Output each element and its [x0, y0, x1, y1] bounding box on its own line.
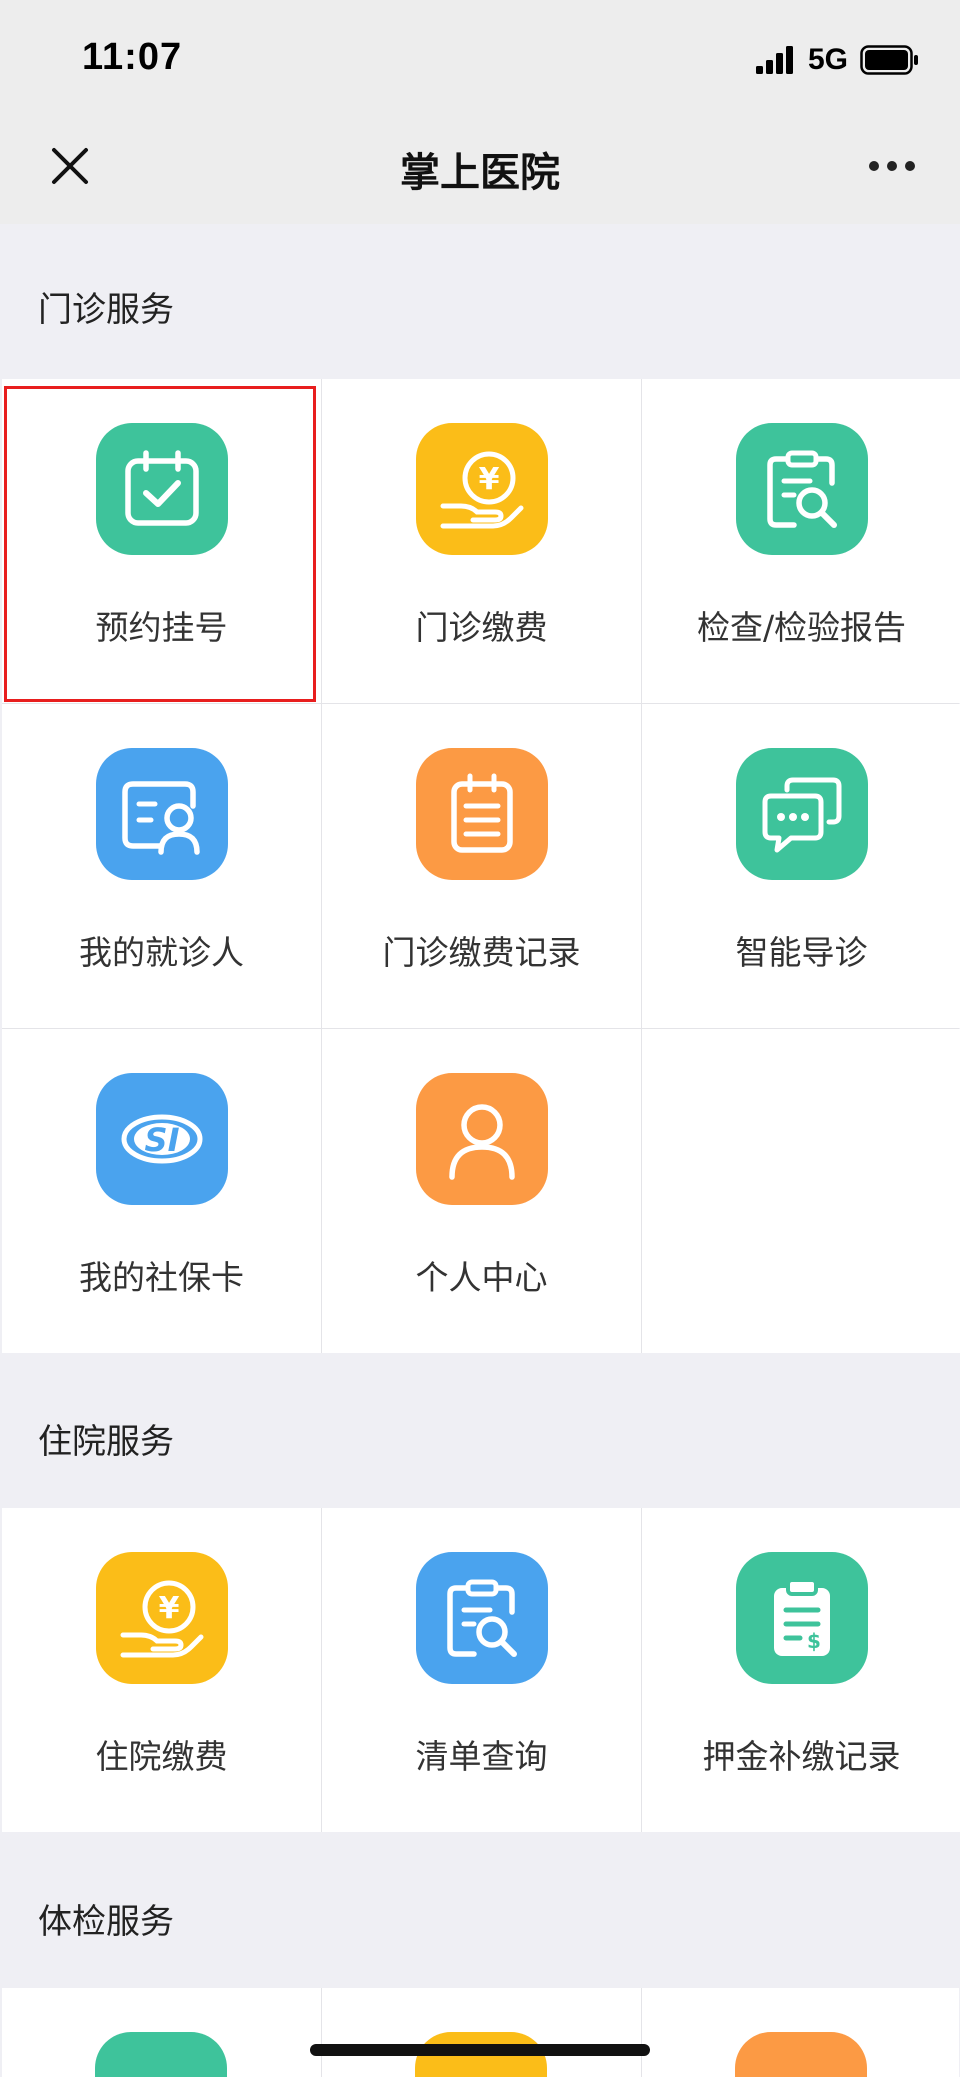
status-indicators: 5G [755, 40, 920, 80]
yuan-hand-icon: ¥ [95, 1552, 228, 1684]
service-reports[interactable]: 检查/检验报告 [642, 379, 960, 703]
service-payment-records[interactable]: 门诊缴费记录 [322, 704, 641, 1028]
service-label: 个人中心 [415, 1258, 548, 1297]
service-social-security-card[interactable]: SI 我的社保卡 [2, 1029, 321, 1353]
empty-cell [642, 1029, 960, 1353]
physical-exam-grid [2, 1988, 959, 2077]
calendar-check-icon [95, 423, 228, 555]
service-personal-center[interactable]: 个人中心 [322, 1029, 641, 1353]
service-label: 我的社保卡 [79, 1258, 244, 1297]
svg-text:¥: ¥ [158, 1591, 179, 1626]
status-bar: 11:07 5G [0, 0, 960, 108]
service-appointment[interactable]: 预约挂号 [2, 379, 321, 703]
service-label: 押金补缴记录 [702, 1737, 901, 1776]
service-label: 检查/检验报告 [696, 608, 907, 647]
nav-bar: 掌上医院 [0, 108, 960, 224]
chat-bubbles-icon [735, 748, 868, 880]
service-label: 清单查询 [415, 1737, 548, 1776]
signal-icon [755, 46, 793, 74]
service-label: 我的就诊人 [79, 933, 244, 972]
inpatient-grid: ¥ 住院缴费 清单查询 $ 押金补缴记录 [2, 1508, 960, 1832]
clipboard-dollar-icon: $ [735, 1552, 868, 1684]
report-search-icon [735, 423, 868, 555]
battery-icon [860, 45, 918, 75]
svg-text:SI: SI [144, 1121, 179, 1159]
service-bill-query[interactable]: 清单查询 [322, 1508, 641, 1832]
svg-text:¥: ¥ [478, 462, 499, 497]
service-my-patients[interactable]: 我的就诊人 [2, 704, 321, 1028]
service-label: 住院缴费 [95, 1737, 228, 1776]
service-smart-guide[interactable]: 智能导诊 [642, 704, 960, 1028]
section-title-inpatient: 住院服务 [38, 1422, 174, 1462]
exam-icon [735, 2032, 867, 2077]
section-title-physical-exam: 体检服务 [38, 1902, 174, 1942]
person-icon [415, 1073, 548, 1205]
service-outpatient-payment[interactable]: ¥ 门诊缴费 [322, 379, 641, 703]
more-button[interactable] [862, 138, 922, 194]
service-label: 预约挂号 [95, 608, 228, 647]
service-exam-item[interactable] [322, 1988, 641, 2077]
service-label: 智能导诊 [735, 933, 868, 972]
patient-card-icon [95, 748, 228, 880]
service-deposit-records[interactable]: $ 押金补缴记录 [642, 1508, 960, 1832]
service-label: 门诊缴费 [415, 608, 548, 647]
svg-text:$: $ [807, 1629, 821, 1653]
service-inpatient-payment[interactable]: ¥ 住院缴费 [2, 1508, 321, 1832]
status-time: 11:07 [82, 36, 183, 78]
exam-icon [95, 2032, 227, 2077]
home-indicator [310, 2044, 650, 2056]
outpatient-grid: 预约挂号 ¥ 门诊缴费 检查/检验报告 我的就诊人 门诊缴费记录 智能导诊 SI… [2, 379, 960, 1353]
network-type: 5G [807, 43, 848, 76]
page-title: 掌上医院 [400, 150, 560, 196]
notepad-icon [415, 748, 548, 880]
service-exam-item[interactable] [2, 1988, 321, 2077]
service-exam-item[interactable] [642, 1988, 959, 2077]
report-search-icon [415, 1552, 548, 1684]
social-security-icon: SI [95, 1073, 228, 1205]
section-title-outpatient: 门诊服务 [38, 290, 174, 330]
service-label: 门诊缴费记录 [382, 933, 581, 972]
more-icon [869, 161, 915, 171]
yuan-hand-icon: ¥ [415, 423, 548, 555]
